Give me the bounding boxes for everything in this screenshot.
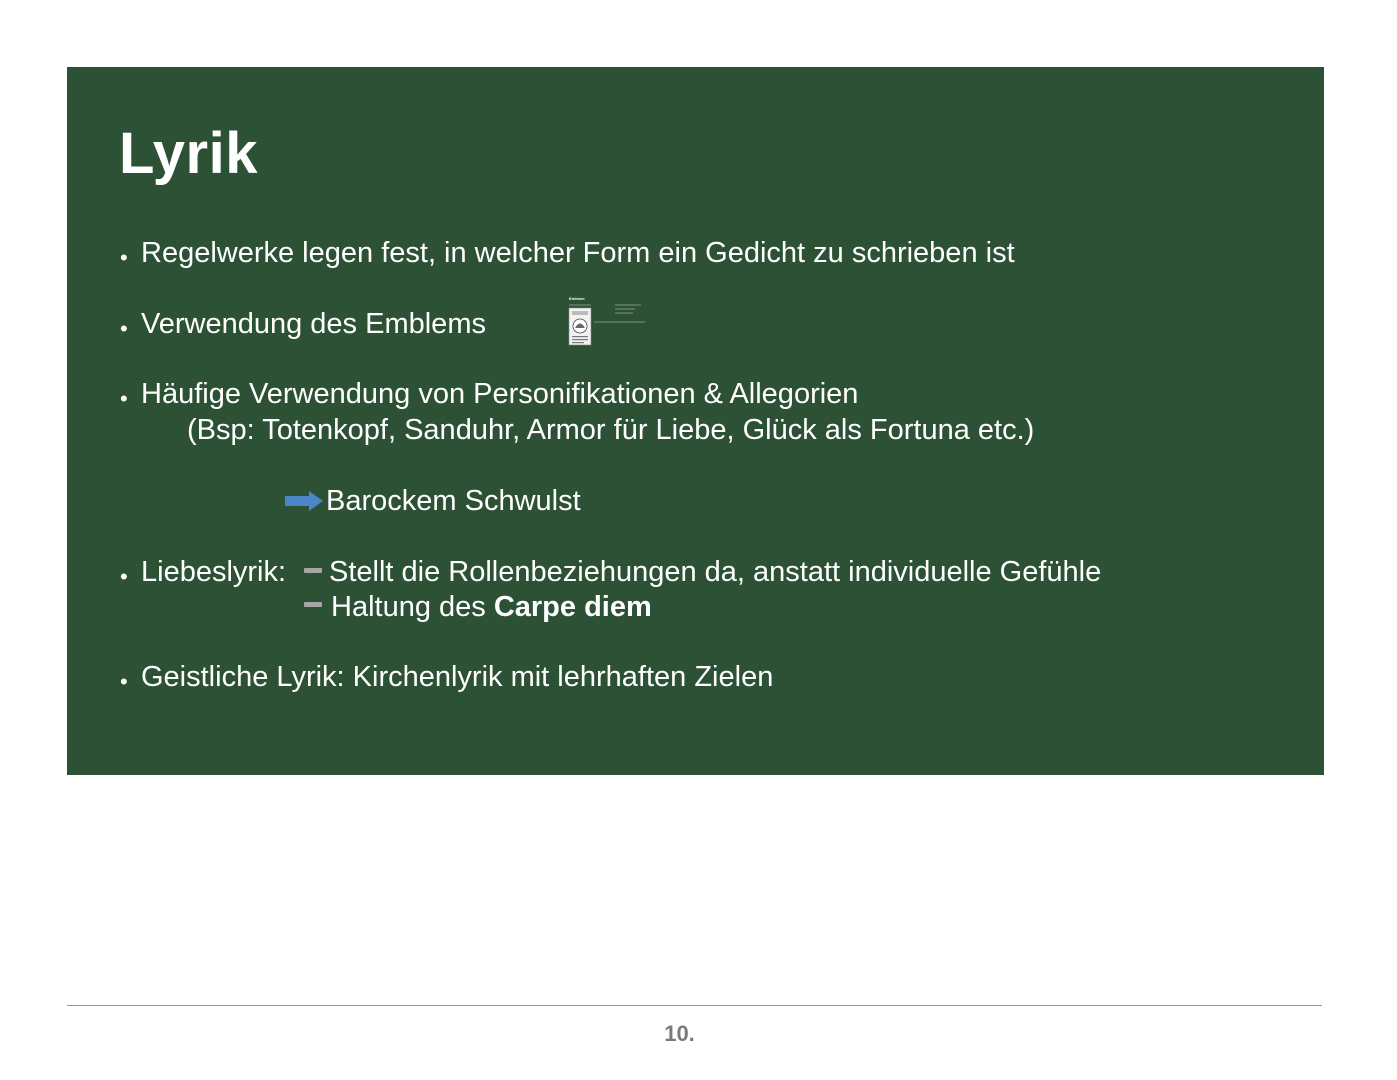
emblem-thumbnail-image: Emblem xyxy=(568,296,645,346)
liebeslyrik-point-2: Haltung des Carpe diem xyxy=(331,593,652,622)
right-arrow-icon xyxy=(285,491,323,511)
carpe-diem-text: Carpe diem xyxy=(493,591,652,623)
liebeslyrik-point-2-prefix: Haltung des xyxy=(331,591,494,623)
bullet-dot: • xyxy=(120,316,128,341)
slide: Lyrik • Regelwerke legen fest, in welche… xyxy=(67,67,1324,775)
bullet-haeufige: Häufige Verwendung von Personifikationen… xyxy=(141,378,859,410)
slide-title: Lyrik xyxy=(119,121,258,186)
dash-icon xyxy=(304,568,322,573)
footer-divider xyxy=(67,1005,1322,1006)
liebeslyrik-label: Liebeslyrik: xyxy=(141,556,287,588)
liebeslyrik-point-1: Stellt die Rollenbeziehungen da, anstatt… xyxy=(329,556,1102,588)
bullet-regelwerke: Regelwerke legen fest, in welcher Form e… xyxy=(141,237,1015,269)
schwulst-text: Barockem Schwulst xyxy=(326,485,581,517)
dash-icon xyxy=(304,602,322,607)
page-number: 10. xyxy=(664,1021,695,1046)
bullet-dot: • xyxy=(120,669,128,694)
bullet-dot: • xyxy=(120,386,128,411)
bullet-geistliche: Geistliche Lyrik: Kirchenlyrik mit lehrh… xyxy=(141,661,774,693)
bullet-emblem: Verwendung des Emblems xyxy=(141,308,486,340)
emblem-thumbnail-heading: Emblem xyxy=(569,296,585,301)
bullet-dot: • xyxy=(120,564,128,589)
bullet-dot: • xyxy=(120,245,128,270)
bullet-haeufige-example: (Bsp: Totenkopf, Sanduhr, Armor für Lieb… xyxy=(187,414,1035,446)
